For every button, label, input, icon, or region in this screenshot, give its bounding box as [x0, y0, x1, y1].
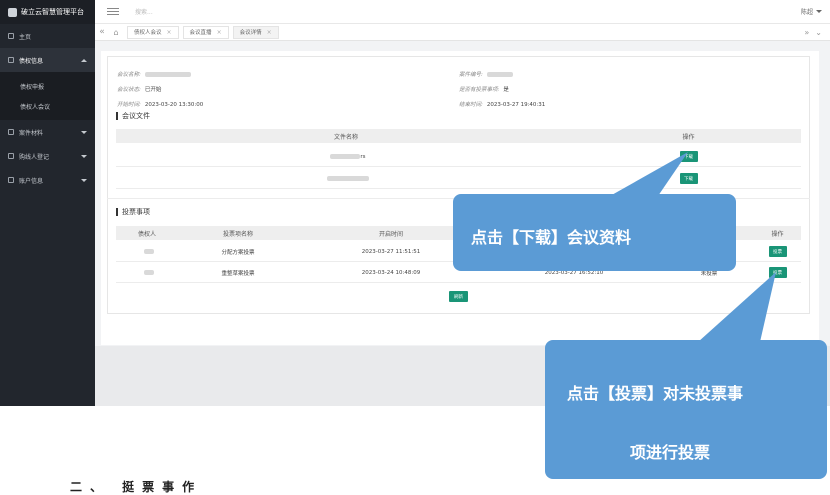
tabs-bar: « ⌂ 债权人会议 × 会议直播 × 会议详情 × » ⌄: [95, 24, 830, 41]
chevron-up-icon: [81, 58, 87, 62]
topbar: 搜索... 陈超: [95, 0, 830, 24]
brand: 破立云智慧管理平台: [0, 0, 95, 24]
file-name-suffix: rs: [360, 153, 366, 160]
start-time-value: 2023-03-20 13:30:00: [144, 102, 204, 108]
close-icon[interactable]: ×: [267, 29, 272, 36]
tab-meeting-detail[interactable]: 会议详情 ×: [232, 25, 279, 39]
votes-section-title: 投票事项: [116, 208, 150, 216]
tab-label: 会议详情: [239, 30, 262, 36]
creditor-name: [116, 248, 178, 255]
start-time-field: 开始时间: 2023-03-20 13:30:00: [117, 100, 203, 108]
column-header-vote-item: 投票项名称: [222, 230, 253, 238]
creditor-name: [116, 269, 178, 276]
scroll-right-icon[interactable]: »: [804, 28, 809, 37]
logo-icon: [8, 7, 17, 17]
sidebar-item-claims[interactable]: 债权信息: [0, 48, 95, 72]
user-icon: [8, 177, 14, 183]
sidebar-submenu: 债权申报 债权人会议: [0, 72, 95, 120]
tab-label: 会议直播: [189, 30, 212, 36]
vote-callout-text-line1: 点击【投票】对未投票事: [567, 384, 744, 403]
tab-meeting-live[interactable]: 会议直播 ×: [182, 25, 229, 39]
close-icon[interactable]: ×: [217, 29, 222, 36]
end-time-value: 2023-03-27 19:40:31: [486, 102, 546, 108]
vote-item-name: 分配方案投票: [221, 249, 255, 256]
sidebar-item-label: 购线人登记: [19, 153, 50, 161]
download-callout-text: 点击【下载】会议资料: [471, 228, 632, 247]
redacted-value: [144, 269, 154, 275]
redacted-value: [486, 72, 513, 77]
user-name: 陈超: [800, 9, 813, 16]
close-icon[interactable]: ×: [167, 29, 172, 36]
vote-callout-text-line2: 项进行投票: [630, 443, 711, 462]
vote-callout-pointer: [698, 272, 776, 342]
end-time-field: 结束时间: 2023-03-27 19:40:31: [459, 100, 545, 108]
app-title: 破立云智慧管理平台: [21, 8, 84, 16]
end-time-label: 结束时间:: [459, 102, 483, 108]
download-callout-pointer: [610, 152, 688, 196]
tab-label: 债权人会议: [134, 30, 162, 36]
vote-start-time: 2023-03-24 10:48:09: [361, 269, 421, 276]
sidebar-item-buyer-registration[interactable]: 购线人登记: [0, 144, 95, 168]
sidebar-item-label: 案件材料: [19, 129, 44, 137]
column-header-action: 操作: [682, 133, 695, 141]
menu-toggle-icon[interactable]: [107, 8, 119, 15]
sidebar-subitem-creditor-meeting[interactable]: 债权人会议: [0, 96, 95, 116]
meeting-name-field: 会议名称:: [117, 70, 191, 78]
refresh-button[interactable]: 刷新: [449, 291, 468, 302]
chevron-down-icon: [81, 130, 87, 134]
vote-callout: 点击【投票】对未投票事 项进行投票: [545, 340, 827, 479]
files-section-title: 会议文件: [116, 112, 150, 120]
scroll-left-icon[interactable]: «: [95, 27, 109, 37]
tab-creditor-meeting[interactable]: 债权人会议 ×: [127, 25, 179, 39]
download-callout: 点击【下载】会议资料: [453, 194, 736, 271]
caret-down-icon: [816, 10, 822, 13]
vote-button[interactable]: 投票: [768, 246, 787, 257]
user-menu[interactable]: 陈超: [801, 7, 822, 16]
chevron-down-icon: [81, 178, 87, 182]
section-heading-fragment: 二、 挺票事作: [70, 480, 203, 494]
sidebar-item-label: 账户信息: [19, 177, 44, 185]
file-name: [116, 175, 576, 182]
chevron-down-icon: [81, 154, 87, 158]
sidebar-item-label: 主页: [19, 33, 32, 41]
sidebar-item-label: 债权信息: [19, 57, 44, 65]
redacted-value: [330, 153, 361, 159]
meeting-name-label: 会议名称:: [117, 72, 141, 78]
case-number-field: 案件编号:: [459, 70, 513, 78]
sidebar-item-account[interactable]: 账户信息: [0, 168, 95, 192]
start-time-label: 开始时间:: [117, 102, 141, 108]
sidebar: 破立云智慧管理平台 主页 债权信息 债权申报 债权人会议 案件材料 购线人登记 …: [0, 0, 95, 406]
gear-icon: [8, 57, 14, 63]
has-vote-value: 是: [503, 87, 509, 93]
case-number-label: 案件编号:: [459, 72, 483, 78]
has-vote-label: 是否有投票事项:: [459, 87, 500, 93]
register-icon: [8, 153, 14, 159]
sidebar-subitem-claim-report[interactable]: 债权申报: [0, 76, 95, 96]
meeting-status-label: 会议状态:: [117, 87, 141, 93]
sidebar-item-home[interactable]: 主页: [0, 24, 95, 48]
redacted-value: [144, 72, 191, 77]
files-table-header: 文件名称 操作: [116, 129, 801, 143]
file-name: rs: [116, 153, 576, 160]
column-header-action: 操作: [771, 230, 784, 238]
column-header-filename: 文件名称: [333, 133, 358, 141]
home-icon: [8, 33, 14, 39]
chevron-down-icon[interactable]: ⌄: [815, 28, 822, 37]
meeting-status-field: 会议状态: 已开始: [117, 85, 161, 93]
search-input[interactable]: 搜索...: [135, 7, 153, 16]
sidebar-item-case-materials[interactable]: 案件材料: [0, 120, 95, 144]
meeting-status-value: 已开始: [144, 87, 162, 93]
vote-item-name: 重整草案投票: [221, 270, 255, 277]
tab-controls: » ⌄: [804, 28, 822, 37]
redacted-value: [144, 248, 154, 254]
column-header-creditor: 债权人: [137, 230, 156, 238]
folder-icon: [8, 129, 14, 135]
redacted-value: [327, 175, 369, 181]
home-tab-icon[interactable]: ⌂: [109, 28, 123, 37]
has-vote-field: 是否有投票事项: 是: [459, 85, 509, 93]
